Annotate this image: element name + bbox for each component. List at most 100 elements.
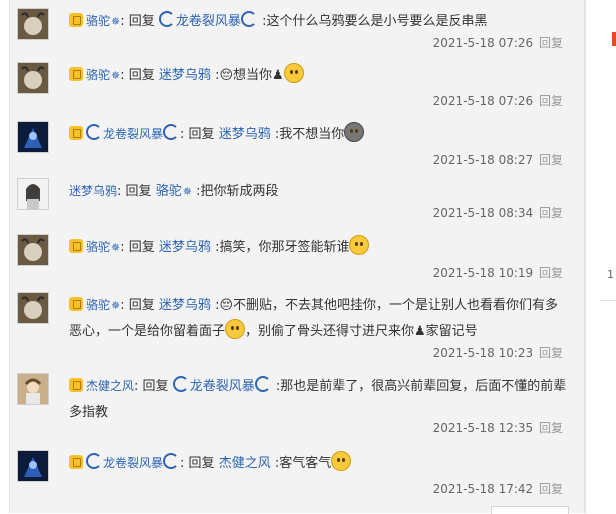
username[interactable]: 骆驼	[86, 240, 110, 254]
swirl-icon	[86, 124, 102, 140]
reply-content: 龙卷裂风暴: 回复 迷梦乌鸦 :我不想当你	[69, 121, 569, 148]
reply-meta: 2021-5-18 10:23 回复	[433, 344, 563, 361]
reply-content: 骆驼✵: 回复 龙卷裂风暴 :这个什么乌鸦要么是小号要么是反串黑	[69, 8, 569, 35]
edge-number: 1	[607, 268, 614, 281]
reply-button[interactable]: 回复	[539, 346, 563, 360]
badge-icon: ✵	[182, 185, 192, 198]
vip-icon	[69, 13, 83, 27]
smile-emoji-icon	[283, 63, 304, 83]
username[interactable]: 龙卷裂风暴	[103, 127, 163, 141]
divider	[600, 300, 616, 301]
reply-content: 迷梦乌鸦: 回复 骆驼✵ :把你斩成两段	[69, 178, 569, 205]
reply-content: 骆驼✵: 回复 迷梦乌鸦 :😔想当你♟	[69, 62, 569, 89]
reply-button[interactable]: 回复	[539, 482, 563, 496]
avatar[interactable]	[17, 178, 49, 210]
badge-icon: ✵	[111, 15, 121, 28]
reply-meta: 2021-5-18 17:42 回复	[433, 480, 563, 497]
reply-text: :搞笑，你那牙签能斩谁	[215, 240, 350, 255]
wink-emoji-icon	[225, 319, 246, 339]
vip-icon	[69, 239, 83, 253]
reply-word: 回复	[125, 184, 152, 199]
timestamp: 2021-5-18 07:26	[432, 36, 534, 50]
reply-target[interactable]: 龙卷裂风暴	[176, 14, 241, 29]
divider	[585, 0, 586, 513]
swirl-icon	[172, 376, 189, 392]
username[interactable]: 迷梦乌鸦	[69, 184, 117, 198]
username[interactable]: 骆驼	[86, 298, 110, 312]
swirl-icon	[254, 376, 271, 392]
reply-button[interactable]: 回复	[539, 421, 563, 435]
username[interactable]: 骆驼	[86, 68, 110, 82]
reply-meta: 2021-5-18 10:19 回复	[433, 264, 563, 281]
timestamp: 2021-5-18 10:23	[432, 346, 534, 360]
laugh-emoji-icon	[349, 235, 370, 255]
username[interactable]: 龙卷裂风暴	[103, 456, 163, 470]
timestamp: 2021-5-18 08:27	[432, 153, 534, 167]
avatar[interactable]	[17, 373, 49, 405]
reply-text: :把你斩成两段	[196, 184, 279, 199]
reply-word: 回复	[188, 127, 215, 142]
reply-button[interactable]: 回复	[539, 266, 563, 280]
reply-text: :客气客气	[274, 456, 332, 471]
avatar[interactable]	[17, 450, 49, 482]
reply-button[interactable]: 回复	[539, 206, 563, 220]
reply-word: 回复	[128, 68, 155, 83]
badge-icon: ✵	[111, 69, 121, 82]
reply-target[interactable]: 迷梦乌鸦	[159, 298, 211, 313]
right-column	[598, 0, 616, 513]
vip-icon	[69, 455, 83, 469]
vip-icon	[69, 297, 83, 311]
swirl-icon	[240, 11, 257, 27]
reply-target[interactable]: 迷梦乌鸦	[159, 68, 211, 83]
reply-content: 骆驼✵: 回复 迷梦乌鸦 :😔不删贴，不去其他吧挂你，一个是让别人也看看你们有多…	[69, 292, 569, 345]
reply-button[interactable]: 回复	[539, 36, 563, 50]
reply-target[interactable]: 龙卷裂风暴	[190, 379, 255, 394]
reply-meta: 2021-5-18 08:27 回复	[433, 151, 563, 168]
reply-meta: 2021-5-18 07:26 回复	[433, 34, 563, 51]
timestamp: 2021-5-18 17:42	[432, 482, 534, 496]
reply-text: :😔想当你♟	[215, 68, 284, 83]
reply-word: 回复	[128, 240, 155, 255]
reply-word: 回复	[128, 14, 155, 29]
reply-button[interactable]: 回复	[539, 94, 563, 108]
reply-word: 回复	[142, 379, 169, 394]
badge-icon: ✵	[111, 241, 121, 254]
username[interactable]: 骆驼	[86, 14, 110, 28]
reply-word: 回复	[188, 456, 215, 471]
badge-icon: ✵	[111, 299, 121, 312]
vip-icon	[69, 126, 83, 140]
reply-text: :这个什么乌鸦要么是小号要么是反串黑	[262, 14, 488, 29]
reply-word: 回复	[128, 298, 155, 313]
reply-meta: 2021-5-18 08:34 回复	[433, 204, 563, 221]
reply-target[interactable]: 骆驼	[156, 184, 182, 199]
grin-emoji-icon	[344, 122, 365, 142]
avatar[interactable]	[17, 8, 49, 40]
swirl-icon	[86, 453, 102, 469]
avatar[interactable]	[17, 121, 49, 153]
reply-content: 龙卷裂风暴: 回复 杰健之风 :客气客气	[69, 450, 569, 477]
avatar[interactable]	[17, 234, 49, 266]
timestamp: 2021-5-18 10:19	[432, 266, 534, 280]
vip-icon	[69, 67, 83, 81]
swirl-icon	[158, 11, 175, 27]
reply-meta: 2021-5-18 07:26 回复	[433, 92, 563, 109]
happy-emoji-icon	[331, 451, 352, 471]
accent-mark	[612, 32, 616, 46]
reply-text-continued: ，别偷了骨头还得寸进尺来你♟家留记号	[245, 324, 478, 339]
vip-icon	[69, 378, 83, 392]
timestamp: 2021-5-18 07:26	[432, 94, 534, 108]
reply-meta: 2021-5-18 12:35 回复	[433, 419, 563, 436]
timestamp: 2021-5-18 08:34	[432, 206, 534, 220]
reply-target[interactable]: 迷梦乌鸦	[159, 240, 211, 255]
reply-target[interactable]: 杰健之风	[219, 456, 271, 471]
timestamp: 2021-5-18 12:35	[432, 421, 534, 435]
reply-button[interactable]: 回复	[539, 153, 563, 167]
avatar[interactable]	[17, 292, 49, 324]
reply-target[interactable]: 迷梦乌鸦	[219, 127, 271, 142]
username[interactable]: 杰健之风	[86, 379, 134, 393]
avatar[interactable]	[17, 62, 49, 94]
reply-text: :我不想当你	[274, 127, 345, 142]
reply-content: 骆驼✵: 回复 迷梦乌鸦 :搞笑，你那牙签能斩谁	[69, 234, 569, 261]
swirl-icon	[163, 124, 180, 140]
swirl-icon	[163, 453, 180, 469]
